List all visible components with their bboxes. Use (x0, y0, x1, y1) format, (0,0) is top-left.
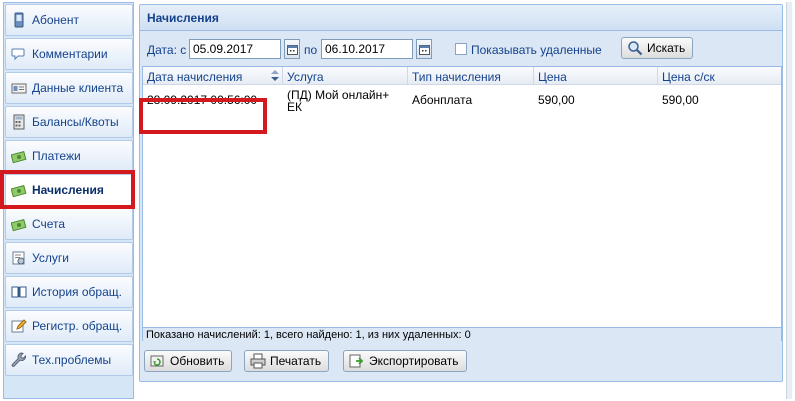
cell-service: (ПД) Мой онлайн+ ЕК (287, 88, 390, 114)
sidebar-item-tech-problems[interactable]: Тех.проблемы (5, 344, 133, 376)
sidebar-item-register[interactable]: Регистр. обращ. (5, 310, 133, 342)
sidebar-item-label: Балансы/Квоты (32, 115, 119, 129)
date-to-label: по (304, 43, 318, 57)
money-icon (11, 150, 27, 164)
table-row[interactable]: 28.09.2017 00:56:00 (ПД) Мой онлайн+ ЕК … (139, 85, 781, 134)
filter-bar: Дата: с по Показывать удаленные Искать (140, 32, 782, 64)
services-icon (12, 251, 25, 265)
print-button-label: Печатать (270, 354, 322, 368)
cell-date: 28.09.2017 00:56:00 (147, 93, 258, 107)
grid-status: Показано начислений: 1, всего найдено: 1… (143, 327, 781, 341)
sidebar: Абонент Комментарии Данные клиента Балан… (3, 2, 134, 399)
sidebar-item-history[interactable]: История обращ. (5, 276, 133, 308)
sidebar-item-balances[interactable]: Балансы/Квоты (5, 106, 133, 138)
sort-icon (271, 70, 279, 81)
id-card-icon (11, 83, 27, 94)
money-icon (11, 218, 27, 232)
search-button[interactable]: Искать (621, 37, 694, 59)
refresh-button[interactable]: Обновить (144, 350, 233, 372)
sidebar-item-label: Счета (32, 217, 66, 231)
column-header-date[interactable]: Дата начисления (143, 67, 283, 85)
date-from-calendar-button[interactable] (284, 39, 300, 59)
sidebar-item-label: Комментарии (32, 47, 108, 61)
sidebar-item-label: История обращ. (32, 285, 122, 299)
refresh-button-label: Обновить (170, 354, 225, 368)
date-from-field[interactable] (189, 39, 281, 59)
page-scrollbar[interactable] (786, 2, 792, 399)
calendar-icon (286, 44, 298, 55)
cell-price: 590,00 (538, 93, 575, 107)
sidebar-item-invoices[interactable]: Счета (5, 208, 133, 240)
print-button[interactable]: Печатать (244, 350, 330, 372)
date-to-field[interactable] (321, 39, 413, 59)
sidebar-item-label: Данные клиента (32, 81, 124, 95)
refresh-icon (150, 355, 164, 367)
export-button[interactable]: Экспортировать (343, 350, 467, 372)
column-header-charge-type[interactable]: Тип начисления (408, 67, 534, 85)
sidebar-item-label: Тех.проблемы (32, 353, 112, 367)
sidebar-item-services[interactable]: Услуги (5, 242, 133, 274)
sidebar-item-label: Регистр. обращ. (32, 319, 123, 333)
search-icon (628, 41, 643, 56)
sidebar-item-comments[interactable]: Комментарии (5, 38, 133, 70)
wrench-icon (11, 352, 27, 367)
cell-charge-type: Абонплата (412, 93, 473, 107)
column-header-service[interactable]: Услуга (283, 67, 408, 85)
export-icon (349, 354, 364, 368)
sidebar-item-charges[interactable]: Начисления (5, 174, 133, 206)
panel-title: Начисления (140, 5, 782, 31)
calculator-icon (13, 114, 25, 130)
book-icon (11, 286, 27, 298)
show-deleted-label: Показывать удаленные (471, 43, 602, 57)
column-header-price[interactable]: Цена (534, 67, 658, 85)
sidebar-item-label: Начисления (32, 183, 104, 197)
printer-icon (250, 353, 266, 369)
edit-icon (11, 319, 27, 333)
calendar-icon (418, 44, 430, 55)
search-button-label: Искать (647, 41, 686, 55)
sidebar-item-label: Абонент (32, 13, 79, 27)
money-icon (11, 184, 27, 198)
export-button-label: Экспортировать (369, 354, 459, 368)
show-deleted-checkbox[interactable] (455, 43, 467, 55)
phone-icon (14, 12, 24, 28)
sidebar-item-payments[interactable]: Платежи (5, 140, 133, 172)
cell-price-discount: 590,00 (662, 93, 699, 107)
charges-panel: Начисления Дата: с по Показывать удаленн… (139, 4, 783, 382)
sidebar-item-label: Услуги (32, 251, 69, 265)
sidebar-item-label: Платежи (32, 149, 81, 163)
comments-icon (11, 48, 25, 61)
sidebar-item-subscriber[interactable]: Абонент (5, 4, 133, 36)
date-from-label: Дата: с (147, 43, 187, 57)
date-to-calendar-button[interactable] (416, 39, 432, 59)
column-header-price-discount[interactable]: Цена с/ск (658, 67, 781, 85)
charges-grid: Дата начисления Услуга Тип начисления Це… (139, 66, 782, 341)
sidebar-item-client-data[interactable]: Данные клиента (5, 72, 133, 104)
grid-header: Дата начисления Услуга Тип начисления Це… (143, 67, 781, 85)
